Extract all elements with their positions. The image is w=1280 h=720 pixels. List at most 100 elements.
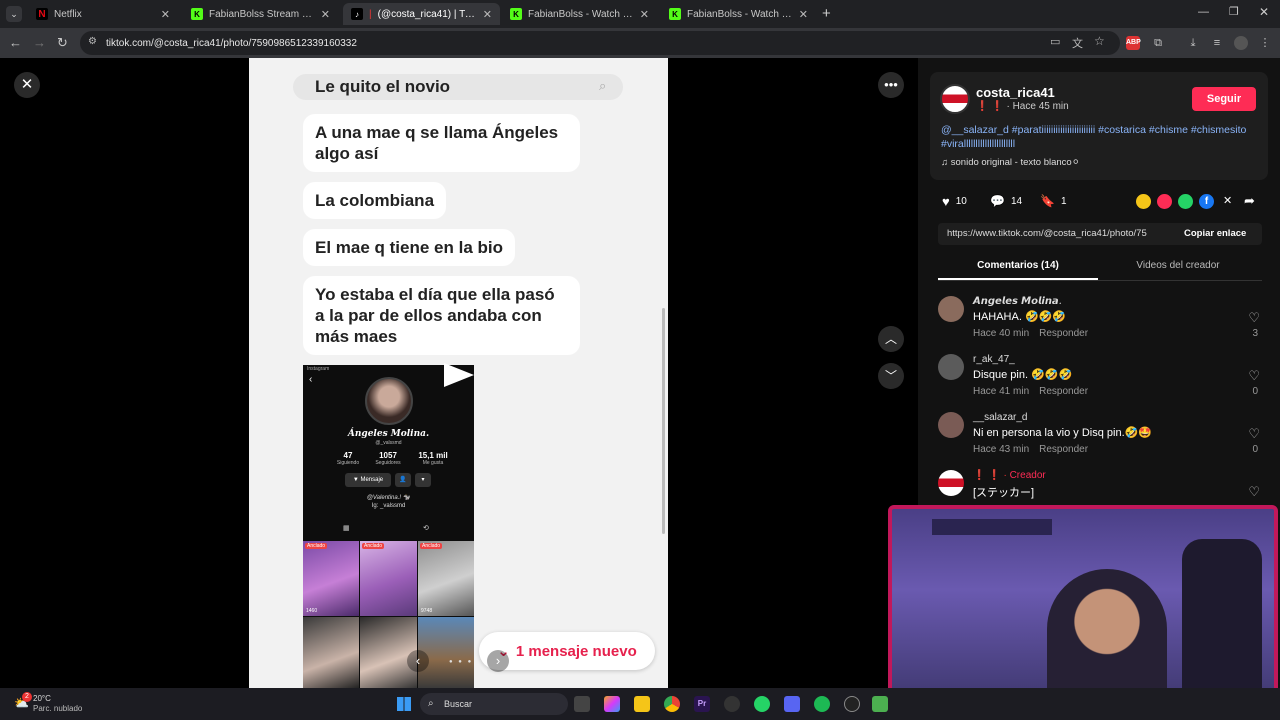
heart-outline-icon[interactable]: ♡	[1248, 368, 1260, 384]
site-info-icon[interactable]: ⚙	[88, 36, 97, 47]
chat-bubble: La colombiana	[303, 182, 447, 219]
previous-post-button[interactable]: ︿	[878, 326, 904, 352]
message-button-label: Mensaje	[360, 477, 384, 483]
avatar[interactable]	[938, 412, 964, 438]
next-post-button[interactable]: ﹀	[878, 363, 904, 389]
start-button[interactable]	[397, 697, 411, 711]
address-bar[interactable]: ⚙ tiktok.com/@costa_rica41/photo/7590986…	[80, 31, 1120, 55]
profile-name: Ángeles Molina.	[347, 429, 430, 439]
post-sound[interactable]: ♫ sonido original - texto blanco⚪	[941, 157, 1080, 168]
browser-tab-strip: ⌄ N Netflix ✕ K FabianBolss Stream - Wat…	[0, 0, 1280, 28]
premiere-icon[interactable]: Pr	[694, 696, 710, 712]
follow-button[interactable]: Seguir	[1192, 87, 1256, 111]
minimize-button[interactable]: —	[1198, 6, 1209, 18]
save-button[interactable]: 🔖 1	[1040, 194, 1067, 208]
media-control-icon[interactable]: ≡	[1210, 36, 1224, 50]
close-window-button[interactable]: ✕	[1259, 5, 1269, 19]
webcam-overlay	[888, 505, 1278, 715]
comment-text: [ステッカー]	[973, 487, 1035, 499]
tab-comments[interactable]: Comentarios (14)	[938, 260, 1098, 271]
tab-tiktok[interactable]: ♪ | (@costa_rica41) | TikTok ✕	[343, 3, 500, 25]
close-icon[interactable]: ✕	[161, 8, 170, 21]
reply-button[interactable]: Responder	[1039, 386, 1088, 397]
spotify-icon[interactable]	[814, 696, 830, 712]
obs-icon[interactable]	[724, 696, 740, 712]
close-icon[interactable]: ✕	[321, 8, 330, 21]
chrome-icon[interactable]	[664, 696, 680, 712]
reload-icon[interactable]: ↻	[57, 35, 68, 51]
comment-author[interactable]: 𝘼𝙣𝙜𝙚𝙡𝙚𝙨 𝙈𝙤𝙡𝙞𝙣𝙖.	[973, 296, 1062, 307]
tab-kick-clips-2[interactable]: K FabianBolss - Watch clips on Kick ✕	[661, 3, 816, 25]
comment-author[interactable]: __salazar_d	[973, 412, 1027, 423]
reply-button[interactable]: Responder	[1039, 328, 1088, 339]
close-icon[interactable]: ✕	[799, 8, 808, 21]
avatar[interactable]	[938, 296, 964, 322]
tab-netflix[interactable]: N Netflix ✕	[28, 3, 178, 25]
restore-button[interactable]: ❐	[1229, 5, 1239, 18]
close-icon[interactable]: ✕	[640, 8, 649, 21]
taskbar-search[interactable]: ⌕ Buscar	[420, 693, 568, 715]
webcam-shelf	[932, 519, 1052, 535]
comment-author[interactable]: ❗ ❗ · Creador	[973, 470, 1046, 481]
x-icon[interactable]: ✕	[1223, 194, 1232, 207]
more-options-button[interactable]: •••	[878, 72, 904, 98]
copilot-icon[interactable]	[604, 696, 620, 712]
tiktok-photo-viewer: ✕ ⌕ Le quito el novio A una mae q se lla…	[0, 58, 1280, 715]
extensions-icon[interactable]: ⧉	[1151, 36, 1165, 50]
search-icon: ⌕	[428, 698, 434, 709]
forward-icon[interactable]: →	[33, 35, 46, 51]
weather-badge: 2	[22, 692, 32, 702]
file-explorer-icon[interactable]	[634, 696, 650, 712]
cast-icon[interactable]: ▭	[1050, 35, 1060, 48]
grid-tab-icon: ▦	[343, 525, 350, 532]
post-username[interactable]: costa_rica41	[976, 85, 1055, 100]
tab-search-button[interactable]: ⌄	[6, 6, 22, 22]
url-text: tiktok.com/@costa_rica41/photo/759098651…	[106, 37, 357, 49]
browser-menu-icon[interactable]: ⋮	[1258, 36, 1272, 50]
task-view-icon[interactable]	[574, 696, 590, 712]
close-icon[interactable]: ✕	[483, 8, 492, 21]
tab-kick-stream[interactable]: K FabianBolss Stream - Watch Live ✕	[183, 3, 338, 25]
scrollbar[interactable]	[662, 308, 665, 534]
next-slide-button[interactable]: ›	[487, 650, 509, 672]
whatsapp-icon[interactable]	[1178, 194, 1193, 209]
new-tab-button[interactable]: +	[822, 5, 831, 22]
bookmark-star-icon[interactable]: ☆	[1094, 34, 1105, 48]
photo-slide[interactable]: ⌕ Le quito el novio A una mae q se llama…	[249, 58, 668, 688]
heart-outline-icon[interactable]: ♡	[1248, 310, 1260, 326]
facebook-icon[interactable]: f	[1199, 194, 1214, 209]
avatar[interactable]	[938, 470, 964, 496]
post-thumbnail	[418, 617, 474, 688]
share-icon[interactable]: ➦	[1244, 193, 1255, 209]
share-repost-icon[interactable]	[1136, 194, 1151, 209]
app-icon[interactable]	[844, 696, 860, 712]
share-friends-icon[interactable]	[1157, 194, 1172, 209]
reply-button[interactable]: Responder	[1039, 444, 1088, 455]
prev-slide-button[interactable]: ‹	[407, 650, 429, 672]
tab-creator-videos[interactable]: Videos del creador	[1098, 260, 1258, 271]
whatsapp-icon[interactable]	[754, 696, 770, 712]
heart-outline-icon[interactable]: ♡	[1248, 426, 1260, 442]
avatar[interactable]	[940, 84, 970, 114]
download-icon[interactable]: ⤓	[1186, 36, 1200, 50]
close-viewer-button[interactable]: ✕	[14, 72, 40, 98]
heart-outline-icon[interactable]: ♡	[1248, 484, 1260, 500]
back-icon[interactable]: ←	[9, 35, 22, 51]
like-button[interactable]: ♥ 10	[942, 194, 967, 209]
adblock-extension-icon[interactable]: ABP	[1126, 36, 1141, 50]
stat-label: Siguiendo	[336, 460, 360, 466]
tiktok-icon: ♪	[351, 8, 363, 20]
avatar[interactable]	[938, 354, 964, 380]
profile-avatar-icon[interactable]	[1234, 36, 1248, 50]
copy-link-button[interactable]: Copiar enlace	[1184, 228, 1246, 239]
notes-icon[interactable]	[872, 696, 888, 712]
tab-kick-clips-1[interactable]: K FabianBolss - Watch clips on Kick ✕	[502, 3, 657, 25]
comment-item: r_ak_47_ Disque pin. 🤣🤣🤣 Hace 41 min Resp…	[938, 354, 1268, 404]
more-button: ▾	[415, 473, 431, 487]
comment-author[interactable]: r_ak_47_	[973, 354, 1015, 365]
translate-icon[interactable]: 文	[1072, 35, 1083, 51]
comment-button[interactable]: 💬 14	[990, 194, 1022, 208]
kick-icon: K	[510, 8, 522, 20]
discord-icon[interactable]	[784, 696, 800, 712]
save-count: 1	[1060, 195, 1067, 207]
